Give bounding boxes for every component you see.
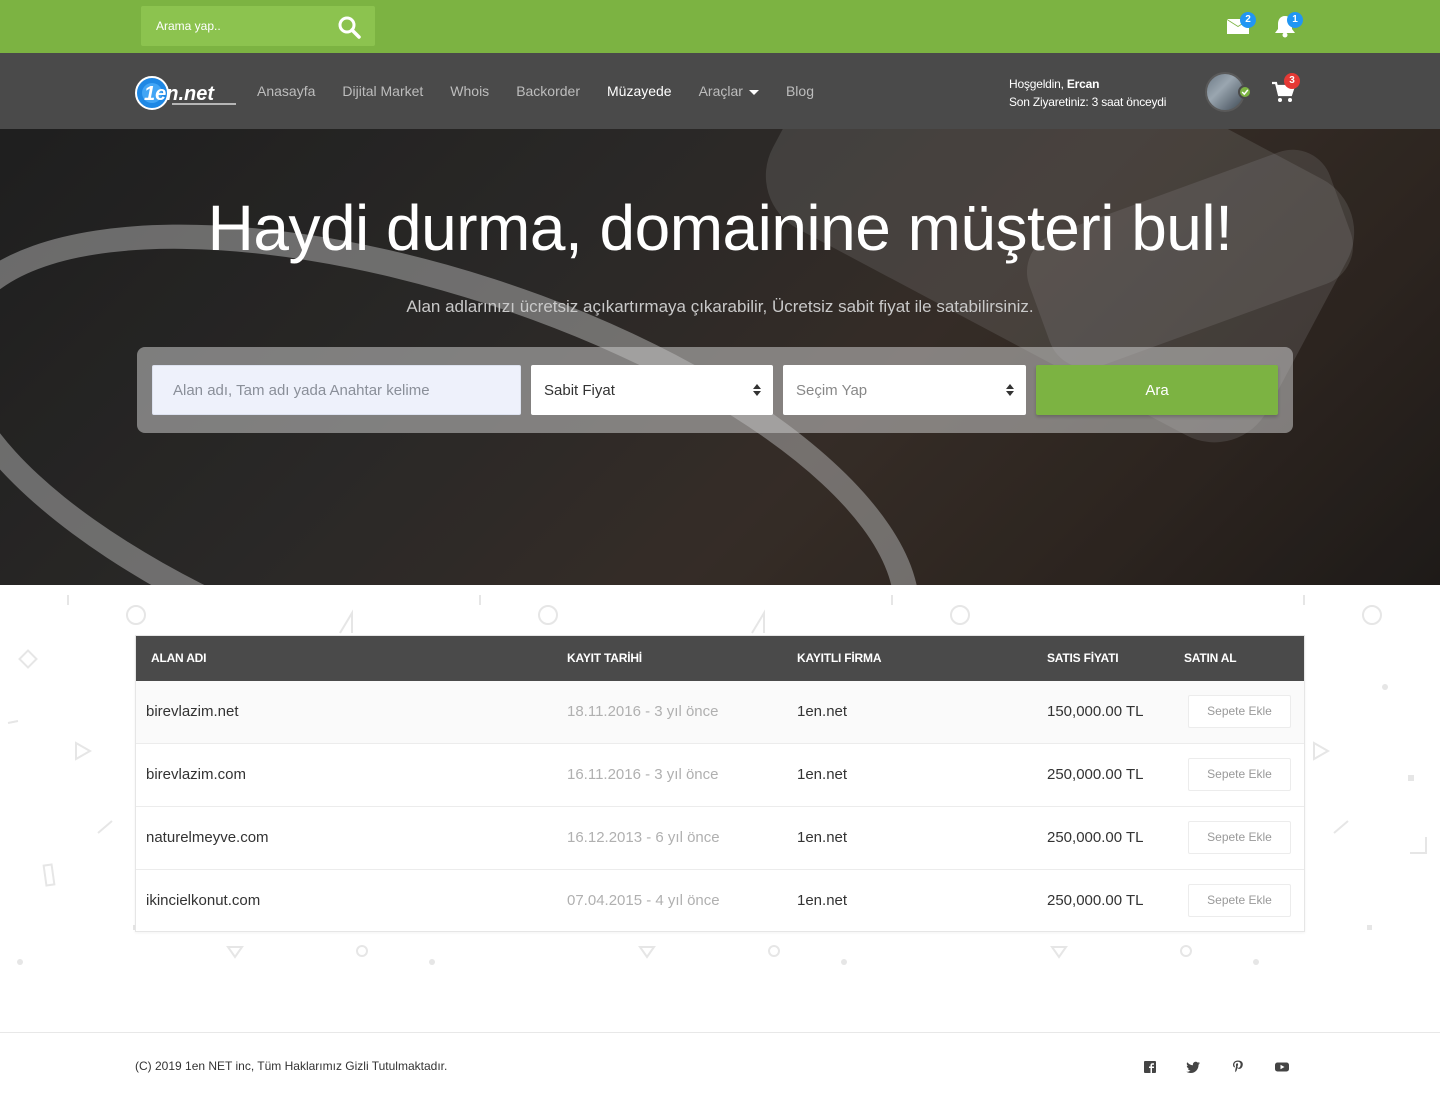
site-logo[interactable]: 1en.net	[134, 75, 238, 111]
nav-links: Anasayfa Dijital Market Whois Backorder …	[257, 53, 841, 129]
sale-price: 250,000.00 TL	[1047, 829, 1144, 846]
registrar-firm: 1en.net	[797, 766, 848, 783]
pinterest-icon[interactable]	[1230, 1059, 1246, 1075]
nav-link-blog[interactable]: Blog	[786, 83, 814, 99]
domain-table: ALAN ADI KAYIT TARİHİ KAYITLI FİRMA SATI…	[135, 635, 1305, 932]
footer: (C) 2019 1en NET inc, Tüm Haklarımız Giz…	[0, 1032, 1440, 1100]
column-header-price[interactable]: SATIS FİYATI	[1047, 636, 1119, 681]
top-search-input[interactable]	[141, 6, 321, 46]
sale-price: 250,000.00 TL	[1047, 892, 1144, 909]
column-header-buy: SATIN AL	[1184, 651, 1237, 665]
hero-subtitle: Alan adlarınızı ücretsiz açıkartırmaya ç…	[406, 297, 1034, 316]
verified-check-icon	[1238, 85, 1252, 99]
select-arrows-icon	[1006, 384, 1014, 396]
user-name: Ercan	[1066, 77, 1100, 91]
domain-name[interactable]: naturelmeyve.com	[146, 807, 269, 869]
column-header-date[interactable]: KAYIT TARİHİ	[567, 636, 642, 681]
notifications-badge: 1	[1287, 12, 1303, 28]
registration-date: 16.12.2013 - 6 yıl önce	[567, 829, 720, 846]
table-row: ikincielkonut.com 07.04.2015 - 4 yıl önc…	[136, 870, 1304, 933]
chevron-down-icon	[748, 89, 759, 95]
registration-date: 18.11.2016 - 3 yıl önce	[567, 703, 719, 720]
sale-price: 250,000.00 TL	[1047, 766, 1144, 783]
nav-link-anasayfa[interactable]: Anasayfa	[257, 83, 315, 99]
add-to-cart-button[interactable]: Sepete Ekle	[1188, 884, 1291, 917]
domain-name[interactable]: birevlazim.net	[146, 681, 239, 743]
nav-link-dijital-market[interactable]: Dijital Market	[342, 83, 423, 99]
add-to-cart-button[interactable]: Sepete Ekle	[1188, 695, 1291, 728]
copyright-text: (C) 2019 1en NET inc, Tüm Haklarımız Giz…	[135, 1059, 448, 1073]
nav-link-muzayede[interactable]: Müzayede	[607, 83, 672, 99]
search-icon[interactable]	[337, 15, 361, 39]
search-button[interactable]: Ara	[1036, 365, 1278, 415]
welcome-prefix: Hoşgeldin,	[1009, 77, 1064, 91]
messages-badge: 2	[1240, 12, 1256, 28]
top-search	[141, 6, 375, 46]
nav-link-araclar[interactable]: Araçlar	[699, 83, 759, 99]
table-header: ALAN ADI KAYIT TARİHİ KAYITLI FİRMA SATI…	[136, 636, 1304, 681]
choice-value: Seçim Yap	[796, 381, 868, 399]
add-to-cart-button[interactable]: Sepete Ekle	[1188, 758, 1291, 791]
last-visit: Son Ziyaretiniz: 3 saat önceydi	[1009, 95, 1167, 109]
welcome-message: Hoşgeldin, Ercan Son Ziyaretiniz: 3 saat…	[1009, 75, 1166, 111]
add-to-cart-button[interactable]: Sepete Ekle	[1188, 821, 1291, 854]
sale-price: 150,000.00 TL	[1047, 703, 1144, 720]
table-row: naturelmeyve.com 16.12.2013 - 6 yıl önce…	[136, 807, 1304, 870]
youtube-icon[interactable]	[1274, 1059, 1290, 1075]
domain-name[interactable]: birevlazim.com	[146, 744, 246, 806]
hero-section: Haydi durma, domainine müşteri bul! Alan…	[0, 129, 1440, 585]
table-row: birevlazim.com 16.11.2016 - 3 yıl önce 1…	[136, 744, 1304, 807]
column-header-domain[interactable]: ALAN ADI	[151, 636, 206, 681]
domain-search-panel: Sabit Fiyat Seçim Yap Ara	[137, 347, 1293, 433]
top-bar: 2 1	[0, 0, 1440, 53]
registrar-firm: 1en.net	[797, 892, 848, 909]
svg-text:1en.net: 1en.net	[144, 83, 215, 105]
registration-date: 16.11.2016 - 3 yıl önce	[567, 766, 719, 783]
price-type-select[interactable]: Sabit Fiyat	[531, 365, 773, 415]
twitter-icon[interactable]	[1186, 1059, 1202, 1075]
select-arrows-icon	[753, 384, 761, 396]
nav-link-araclar-label: Araçlar	[698, 83, 743, 99]
hero-title: Haydi durma, domainine müşteri bul!	[207, 192, 1233, 264]
nav-link-whois[interactable]: Whois	[450, 83, 489, 99]
main-navbar: 1en.net Anasayfa Dijital Market Whois Ba…	[0, 53, 1440, 129]
facebook-icon[interactable]	[1142, 1059, 1158, 1075]
table-row: birevlazim.net 18.11.2016 - 3 yıl önce 1…	[136, 681, 1304, 744]
cart-badge: 3	[1284, 73, 1300, 89]
domain-name[interactable]: ikincielkonut.com	[146, 870, 260, 932]
column-header-firm[interactable]: KAYITLI FİRMA	[797, 636, 881, 681]
domain-search-input[interactable]	[152, 365, 521, 415]
registrar-firm: 1en.net	[797, 829, 848, 846]
nav-link-backorder[interactable]: Backorder	[516, 83, 580, 99]
price-type-value: Sabit Fiyat	[544, 381, 615, 399]
registrar-firm: 1en.net	[797, 703, 848, 720]
choice-select[interactable]: Seçim Yap	[783, 365, 1026, 415]
registration-date: 07.04.2015 - 4 yıl önce	[567, 892, 720, 909]
